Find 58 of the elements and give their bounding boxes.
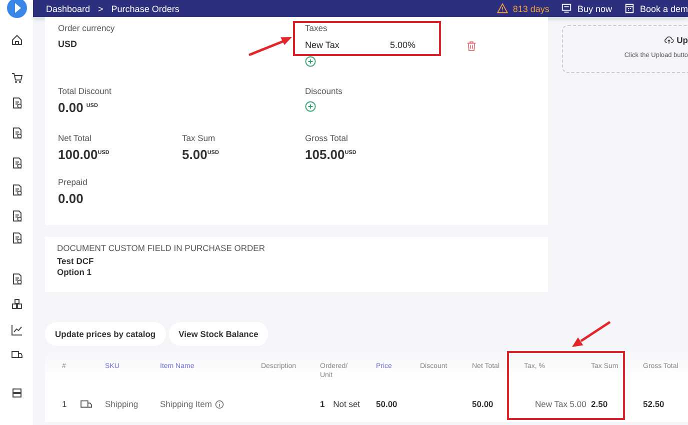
field-value: 0.00 [58, 191, 84, 206]
field-label: Gross Total [305, 133, 348, 144]
quantity: 1 [320, 399, 325, 409]
cloud-upload-icon [664, 35, 674, 45]
action-button[interactable]: Update prices by catalog [45, 322, 166, 346]
database-icon[interactable] [10, 387, 22, 399]
table-cell: Shipping Item [160, 399, 212, 409]
document-icon[interactable] [10, 97, 22, 109]
table-cell-text: 1 [61, 399, 68, 409]
chart-icon[interactable] [10, 324, 22, 336]
table-cell-text: New Tax 5.00 [534, 399, 587, 409]
action-button[interactable]: View Stock Balance [168, 322, 268, 346]
field-label: Net Total [58, 133, 92, 144]
breadcrumb-link[interactable]: Dashboard [46, 4, 90, 14]
delete-icon[interactable] [466, 40, 477, 52]
book-demo-button[interactable]: Book a dem [624, 3, 688, 14]
field-value: Option 1 [57, 267, 92, 278]
field-value: 0.00 $^{USD}$ [58, 100, 98, 115]
info-icon[interactable] [214, 400, 224, 408]
truck-icon [80, 398, 93, 410]
field-value: 105.00$^{USD}$ [305, 147, 356, 162]
tax-rate: 5.00% [390, 40, 417, 50]
table-cell-text: 50.00 [375, 399, 398, 409]
annotation-arrow [572, 320, 611, 347]
document-icon[interactable] [10, 273, 22, 285]
home-icon[interactable] [10, 34, 22, 46]
field-value: 5.00$^{USD}$ [182, 147, 219, 162]
add-icon[interactable] [305, 56, 316, 67]
truck-icon[interactable] [10, 349, 22, 361]
buy-now-button[interactable]: Buy now [561, 3, 612, 14]
breadcrumb-separator: > [98, 4, 104, 14]
annotation-arrow [248, 37, 292, 56]
boxes-icon[interactable] [10, 298, 22, 310]
field-label: Prepaid [58, 177, 88, 188]
field-value: USD [58, 39, 78, 49]
add-icon[interactable] [305, 101, 316, 112]
trial-days: 813 days [512, 4, 550, 14]
field-label: Tax Sum [182, 133, 216, 144]
section-heading: DOCUMENT CUSTOM FIELD IN PURCHASE ORDER [57, 243, 266, 253]
document-icon[interactable] [10, 184, 22, 196]
table-cell-text: 50.00 [471, 399, 494, 409]
field-label: Discounts [305, 86, 342, 97]
field-label: Total Discount [58, 86, 112, 97]
table-cell-text: 2.50 [590, 399, 609, 409]
breadcrumb-link[interactable]: Purchase Orders [111, 4, 180, 14]
field-name: Test DCF [57, 256, 95, 267]
cart-icon[interactable] [10, 72, 22, 84]
warning-icon [496, 3, 508, 14]
tax-name: New Tax [305, 40, 340, 50]
upload-button[interactable]: Up [664, 35, 688, 45]
table-cell-text: Shipping [104, 399, 140, 409]
calendar-icon [624, 3, 635, 14]
field-value: 100.00$^{USD}$ [58, 147, 110, 162]
field-label: Taxes [305, 23, 328, 34]
unit: Not set [333, 399, 360, 409]
table-cell-text: 52.50 [642, 399, 666, 409]
field-label: Order currency [58, 23, 115, 34]
document-icon[interactable] [10, 232, 22, 244]
